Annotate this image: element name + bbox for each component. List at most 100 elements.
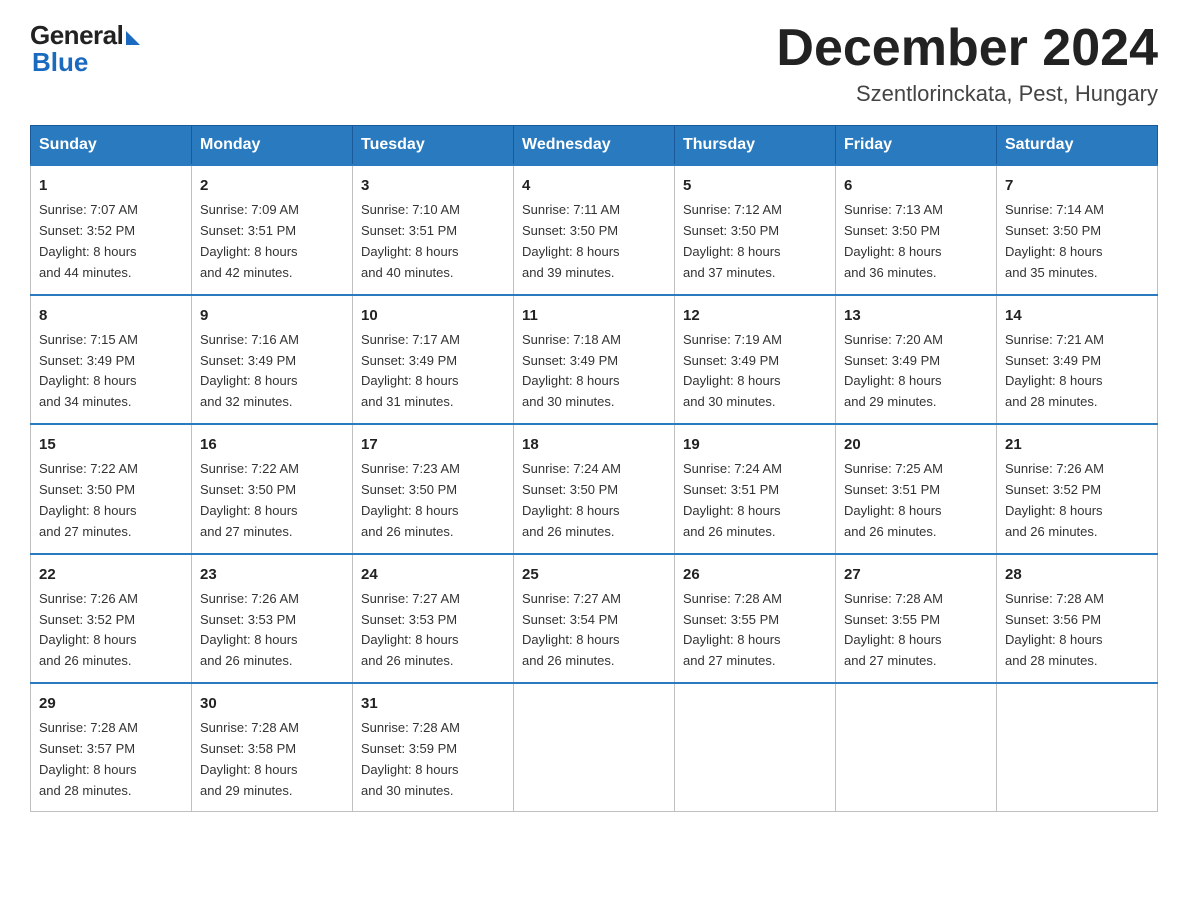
day-number: 19 xyxy=(683,433,827,456)
day-number: 6 xyxy=(844,174,988,197)
calendar-cell: 26Sunrise: 7:28 AM Sunset: 3:55 PM Dayli… xyxy=(675,554,836,683)
day-number: 15 xyxy=(39,433,183,456)
calendar-cell xyxy=(675,683,836,812)
day-info: Sunrise: 7:28 AM Sunset: 3:55 PM Dayligh… xyxy=(844,591,943,668)
calendar-header: SundayMondayTuesdayWednesdayThursdayFrid… xyxy=(31,126,1158,166)
calendar-week-4: 22 Sunrise: 7:26 AM Sunset: 3:52 PM Dayli… xyxy=(31,554,1158,683)
day-info: Sunrise: 7:24 AM Sunset: 3:50 PM Dayligh… xyxy=(522,461,621,538)
day-info: Sunrise: 7:20 AM Sunset: 3:49 PM Dayligh… xyxy=(844,332,943,409)
day-number: 3 xyxy=(361,174,505,197)
calendar-cell: 19Sunrise: 7:24 AM Sunset: 3:51 PM Dayli… xyxy=(675,424,836,553)
calendar-cell: 27 Sunrise: 7:28 AM Sunset: 3:55 PM Dayli… xyxy=(836,554,997,683)
day-number: 25 xyxy=(522,563,666,586)
day-info: Sunrise: 7:26 AM Sunset: 3:52 PM Dayligh… xyxy=(1005,461,1104,538)
calendar-cell: 4 Sunrise: 7:11 AM Sunset: 3:50 PM Daylig… xyxy=(514,165,675,294)
calendar-cell: 28 Sunrise: 7:28 AM Sunset: 3:56 PM Dayli… xyxy=(997,554,1158,683)
day-info: Sunrise: 7:21 AM Sunset: 3:49 PM Dayligh… xyxy=(1005,332,1104,409)
calendar-cell: 23 Sunrise: 7:26 AM Sunset: 3:53 PM Dayli… xyxy=(192,554,353,683)
logo: General Blue xyxy=(30,20,140,78)
day-info: Sunrise: 7:27 AM Sunset: 3:53 PM Dayligh… xyxy=(361,591,460,668)
column-header-saturday: Saturday xyxy=(997,126,1158,166)
column-header-friday: Friday xyxy=(836,126,997,166)
day-info: Sunrise: 7:28 AM Sunset: 3:56 PM Dayligh… xyxy=(1005,591,1104,668)
logo-triangle-icon xyxy=(126,31,140,45)
day-number: 1 xyxy=(39,174,183,197)
calendar-week-2: 8Sunrise: 7:15 AM Sunset: 3:49 PM Daylig… xyxy=(31,295,1158,424)
calendar-cell xyxy=(997,683,1158,812)
calendar-cell: 31 Sunrise: 7:28 AM Sunset: 3:59 PM Dayli… xyxy=(353,683,514,812)
day-number: 13 xyxy=(844,304,988,327)
day-number: 17 xyxy=(361,433,505,456)
day-number: 28 xyxy=(1005,563,1149,586)
calendar-cell: 17 Sunrise: 7:23 AM Sunset: 3:50 PM Dayli… xyxy=(353,424,514,553)
calendar-cell: 15 Sunrise: 7:22 AM Sunset: 3:50 PM Dayli… xyxy=(31,424,192,553)
day-info: Sunrise: 7:26 AM Sunset: 3:53 PM Dayligh… xyxy=(200,591,299,668)
main-title: December 2024 xyxy=(776,20,1158,77)
day-info: Sunrise: 7:26 AM Sunset: 3:52 PM Dayligh… xyxy=(39,591,138,668)
calendar-week-3: 15 Sunrise: 7:22 AM Sunset: 3:50 PM Dayli… xyxy=(31,424,1158,553)
day-number: 26 xyxy=(683,563,827,586)
calendar-cell: 6 Sunrise: 7:13 AM Sunset: 3:50 PM Daylig… xyxy=(836,165,997,294)
day-info: Sunrise: 7:10 AM Sunset: 3:51 PM Dayligh… xyxy=(361,202,460,279)
calendar-cell: 21 Sunrise: 7:26 AM Sunset: 3:52 PM Dayli… xyxy=(997,424,1158,553)
calendar-body: 1 Sunrise: 7:07 AM Sunset: 3:52 PM Daylig… xyxy=(31,165,1158,812)
day-number: 8 xyxy=(39,304,183,327)
calendar-cell: 10Sunrise: 7:17 AM Sunset: 3:49 PM Dayli… xyxy=(353,295,514,424)
day-info: Sunrise: 7:14 AM Sunset: 3:50 PM Dayligh… xyxy=(1005,202,1104,279)
calendar-cell: 25 Sunrise: 7:27 AM Sunset: 3:54 PM Dayli… xyxy=(514,554,675,683)
calendar-cell: 8Sunrise: 7:15 AM Sunset: 3:49 PM Daylig… xyxy=(31,295,192,424)
calendar-cell xyxy=(514,683,675,812)
day-number: 12 xyxy=(683,304,827,327)
day-number: 23 xyxy=(200,563,344,586)
day-info: Sunrise: 7:11 AM Sunset: 3:50 PM Dayligh… xyxy=(522,202,620,279)
day-number: 27 xyxy=(844,563,988,586)
calendar-cell: 13 Sunrise: 7:20 AM Sunset: 3:49 PM Dayli… xyxy=(836,295,997,424)
calendar-week-1: 1 Sunrise: 7:07 AM Sunset: 3:52 PM Daylig… xyxy=(31,165,1158,294)
day-number: 16 xyxy=(200,433,344,456)
calendar-cell: 11 Sunrise: 7:18 AM Sunset: 3:49 PM Dayli… xyxy=(514,295,675,424)
day-number: 21 xyxy=(1005,433,1149,456)
page-header: General Blue December 2024 Szentlorincka… xyxy=(30,20,1158,107)
day-info: Sunrise: 7:13 AM Sunset: 3:50 PM Dayligh… xyxy=(844,202,943,279)
day-info: Sunrise: 7:18 AM Sunset: 3:49 PM Dayligh… xyxy=(522,332,621,409)
day-info: Sunrise: 7:28 AM Sunset: 3:57 PM Dayligh… xyxy=(39,720,138,797)
column-header-wednesday: Wednesday xyxy=(514,126,675,166)
calendar-cell: 3 Sunrise: 7:10 AM Sunset: 3:51 PM Daylig… xyxy=(353,165,514,294)
calendar-cell: 18 Sunrise: 7:24 AM Sunset: 3:50 PM Dayli… xyxy=(514,424,675,553)
calendar-cell: 24Sunrise: 7:27 AM Sunset: 3:53 PM Dayli… xyxy=(353,554,514,683)
day-number: 29 xyxy=(39,692,183,715)
day-number: 9 xyxy=(200,304,344,327)
calendar-cell: 29 Sunrise: 7:28 AM Sunset: 3:57 PM Dayli… xyxy=(31,683,192,812)
day-number: 31 xyxy=(361,692,505,715)
day-number: 18 xyxy=(522,433,666,456)
calendar-table: SundayMondayTuesdayWednesdayThursdayFrid… xyxy=(30,125,1158,812)
day-info: Sunrise: 7:27 AM Sunset: 3:54 PM Dayligh… xyxy=(522,591,621,668)
day-info: Sunrise: 7:07 AM Sunset: 3:52 PM Dayligh… xyxy=(39,202,138,279)
calendar-cell: 7 Sunrise: 7:14 AM Sunset: 3:50 PM Daylig… xyxy=(997,165,1158,294)
column-header-tuesday: Tuesday xyxy=(353,126,514,166)
day-info: Sunrise: 7:19 AM Sunset: 3:49 PM Dayligh… xyxy=(683,332,782,409)
calendar-cell xyxy=(836,683,997,812)
logo-blue-text: Blue xyxy=(32,47,88,78)
day-number: 20 xyxy=(844,433,988,456)
column-header-thursday: Thursday xyxy=(675,126,836,166)
title-block: December 2024 Szentlorinckata, Pest, Hun… xyxy=(776,20,1158,107)
day-info: Sunrise: 7:28 AM Sunset: 3:59 PM Dayligh… xyxy=(361,720,460,797)
day-number: 22 xyxy=(39,563,183,586)
calendar-cell: 14 Sunrise: 7:21 AM Sunset: 3:49 PM Dayli… xyxy=(997,295,1158,424)
day-number: 14 xyxy=(1005,304,1149,327)
day-number: 7 xyxy=(1005,174,1149,197)
calendar-cell: 1 Sunrise: 7:07 AM Sunset: 3:52 PM Daylig… xyxy=(31,165,192,294)
day-number: 4 xyxy=(522,174,666,197)
day-info: Sunrise: 7:22 AM Sunset: 3:50 PM Dayligh… xyxy=(39,461,138,538)
calendar-cell: 9Sunrise: 7:16 AM Sunset: 3:49 PM Daylig… xyxy=(192,295,353,424)
calendar-cell: 12 Sunrise: 7:19 AM Sunset: 3:49 PM Dayli… xyxy=(675,295,836,424)
day-info: Sunrise: 7:23 AM Sunset: 3:50 PM Dayligh… xyxy=(361,461,460,538)
calendar-cell: 16Sunrise: 7:22 AM Sunset: 3:50 PM Dayli… xyxy=(192,424,353,553)
day-number: 2 xyxy=(200,174,344,197)
calendar-cell: 20Sunrise: 7:25 AM Sunset: 3:51 PM Dayli… xyxy=(836,424,997,553)
day-info: Sunrise: 7:12 AM Sunset: 3:50 PM Dayligh… xyxy=(683,202,782,279)
calendar-cell: 5Sunrise: 7:12 AM Sunset: 3:50 PM Daylig… xyxy=(675,165,836,294)
day-number: 11 xyxy=(522,304,666,327)
day-number: 30 xyxy=(200,692,344,715)
